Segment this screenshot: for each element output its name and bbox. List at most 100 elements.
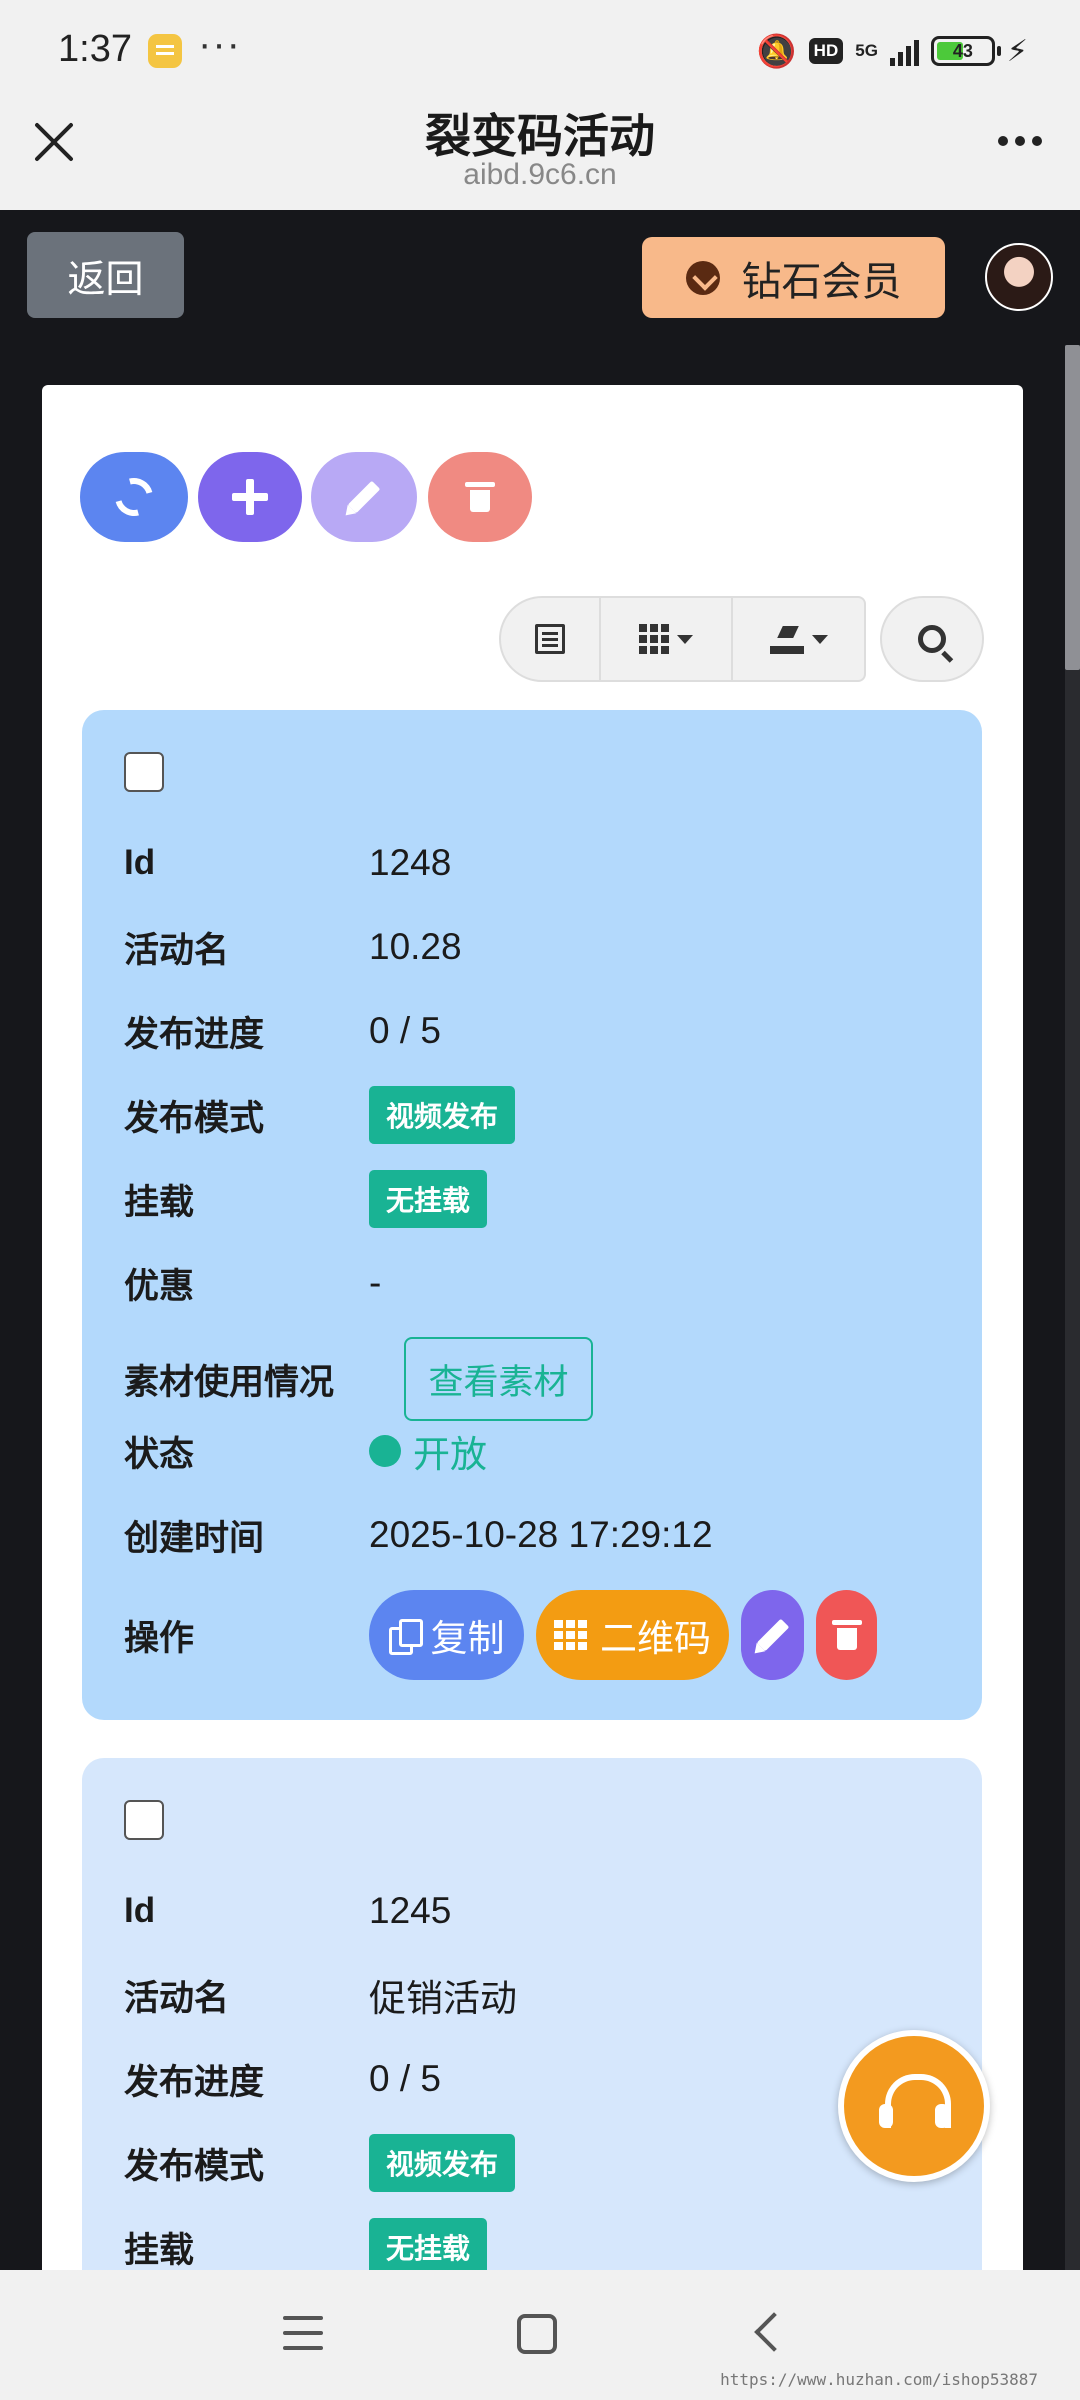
- field-status: 状态 开放: [124, 1421, 944, 1481]
- delete-row-button[interactable]: [816, 1590, 877, 1680]
- status-text: 开放: [413, 1434, 487, 1475]
- field-value: 0 / 5: [369, 2058, 441, 2099]
- scrollbar-thumb[interactable]: [1065, 345, 1080, 670]
- view-material-button[interactable]: 查看素材: [404, 1337, 593, 1421]
- field-value: 1248: [369, 842, 452, 883]
- field-label: Id: [124, 1891, 156, 1930]
- back-icon[interactable]: [754, 2312, 794, 2352]
- field-label: 发布模式: [124, 2146, 265, 2186]
- mount-tag: 无挂载: [369, 2218, 488, 2270]
- field-label: 操作: [124, 1618, 195, 1658]
- page-title: 裂变码活动: [425, 110, 655, 162]
- field-progress: 发布进度 0 / 5: [124, 2049, 944, 2109]
- export-icon: [769, 624, 804, 654]
- chevron-down-icon: [677, 634, 693, 644]
- row-checkbox[interactable]: [124, 1800, 164, 1840]
- more-options-icon[interactable]: [998, 136, 1042, 146]
- field-value: -: [369, 1262, 382, 1303]
- columns-dropdown[interactable]: [601, 598, 733, 680]
- grid-icon: [639, 624, 669, 654]
- watermark: https://www.huzhan.com/ishop53887: [720, 2370, 1038, 2389]
- avatar[interactable]: [985, 243, 1053, 311]
- vip-label: 钻石会员: [741, 259, 902, 304]
- field-id: Id 1245: [124, 1881, 944, 1941]
- pencil-icon: [347, 480, 381, 514]
- browser-title-bar: 裂变码活动 aibd.9c6.cn: [0, 100, 1080, 210]
- record-card: Id 1245 活动名 促销活动 发布进度 0 / 5 发布模式 视频发布 挂载…: [82, 1758, 982, 2270]
- view-button-group: [499, 596, 866, 682]
- mode-tag: 视频发布: [369, 2134, 516, 2192]
- signal-icon: [889, 36, 919, 66]
- export-dropdown[interactable]: [733, 598, 864, 680]
- qrcode-label: 二维码: [600, 1618, 711, 1659]
- qrcode-button[interactable]: 二维码: [536, 1590, 729, 1680]
- add-button[interactable]: [198, 452, 302, 542]
- field-label: Id: [124, 843, 156, 882]
- field-mode: 发布模式 视频发布: [124, 1085, 944, 1145]
- record-card: Id 1248 活动名 10.28 发布进度 0 / 5 发布模式 视频发布 挂…: [82, 710, 982, 1720]
- plus-icon: [232, 479, 268, 515]
- field-discount: 优惠 -: [124, 1253, 944, 1313]
- home-icon[interactable]: [517, 2314, 557, 2354]
- hd-badge: HD: [808, 38, 844, 64]
- field-value: 10.28: [369, 926, 462, 967]
- delete-button[interactable]: [428, 452, 532, 542]
- message-icon: [148, 34, 182, 68]
- mode-tag: 视频发布: [369, 1086, 516, 1144]
- field-mount: 挂载 无挂载: [124, 1169, 944, 1229]
- field-label: 活动名: [124, 1978, 230, 2018]
- mount-tag: 无挂载: [369, 1170, 488, 1228]
- network-label: 5G: [855, 41, 878, 60]
- field-progress: 发布进度 0 / 5: [124, 1001, 944, 1061]
- field-value: 促销活动: [369, 1978, 517, 2019]
- status-indicators: 🔕 HD 5G 43 ⚡: [757, 28, 1028, 74]
- action-buttons: 复制 二维码: [369, 1590, 877, 1680]
- toggle-view-button[interactable]: [501, 598, 601, 680]
- copy-label: 复制: [430, 1618, 505, 1659]
- field-created: 创建时间 2025-10-28 17:29:12: [124, 1505, 944, 1565]
- refresh-button[interactable]: [80, 452, 188, 542]
- vip-button[interactable]: 钻石会员: [642, 237, 945, 318]
- field-id: Id 1248: [124, 833, 944, 893]
- field-label: 活动名: [124, 930, 230, 970]
- field-value: 2025-10-28 17:29:12: [369, 1514, 713, 1555]
- field-label: 挂载: [124, 1182, 195, 1222]
- search-button[interactable]: [880, 596, 984, 682]
- edit-row-button[interactable]: [741, 1590, 804, 1680]
- field-value: 1245: [369, 1890, 452, 1931]
- scrollbar[interactable]: [1065, 345, 1080, 2270]
- field-value: 0 / 5: [369, 1010, 441, 1051]
- back-button[interactable]: 返回: [27, 232, 184, 318]
- trash-icon: [465, 482, 495, 512]
- status-time: 1:37: [58, 28, 132, 70]
- status-indicator: 开放: [369, 1424, 487, 1478]
- qrcode-icon: [554, 1620, 588, 1650]
- field-label: 发布进度: [124, 2062, 265, 2102]
- menu-icon[interactable]: [283, 2316, 323, 2350]
- copy-button[interactable]: 复制: [369, 1590, 524, 1680]
- field-name: 活动名 促销活动: [124, 1965, 944, 2025]
- diamond-icon: [685, 260, 720, 295]
- headset-icon: [879, 2074, 951, 2138]
- field-label: 发布模式: [124, 1098, 265, 1138]
- row-checkbox[interactable]: [124, 752, 164, 792]
- record-list: Id 1248 活动名 10.28 发布进度 0 / 5 发布模式 视频发布 挂…: [82, 710, 982, 2270]
- field-label: 素材使用情况: [124, 1362, 335, 1402]
- field-name: 活动名 10.28: [124, 917, 944, 977]
- customer-support-button[interactable]: [838, 2030, 990, 2182]
- edit-button[interactable]: [311, 452, 417, 542]
- field-label: 状态: [124, 1434, 195, 1474]
- field-label: 发布进度: [124, 1014, 265, 1054]
- battery-icon: 43: [930, 36, 1001, 66]
- refresh-icon: [108, 471, 160, 523]
- status-more-dots: ···: [198, 22, 241, 66]
- chevron-down-icon: [811, 634, 828, 644]
- page-domain: aibd.9c6.cn: [463, 158, 617, 191]
- pencil-icon: [756, 1618, 789, 1652]
- field-actions: 操作 复制 二维码: [124, 1590, 944, 1680]
- field-label: 创建时间: [124, 1518, 265, 1558]
- battery-level: 43: [952, 41, 973, 61]
- list-icon: [535, 624, 565, 654]
- status-dot-icon: [369, 1435, 401, 1467]
- field-label: 挂载: [124, 2230, 195, 2270]
